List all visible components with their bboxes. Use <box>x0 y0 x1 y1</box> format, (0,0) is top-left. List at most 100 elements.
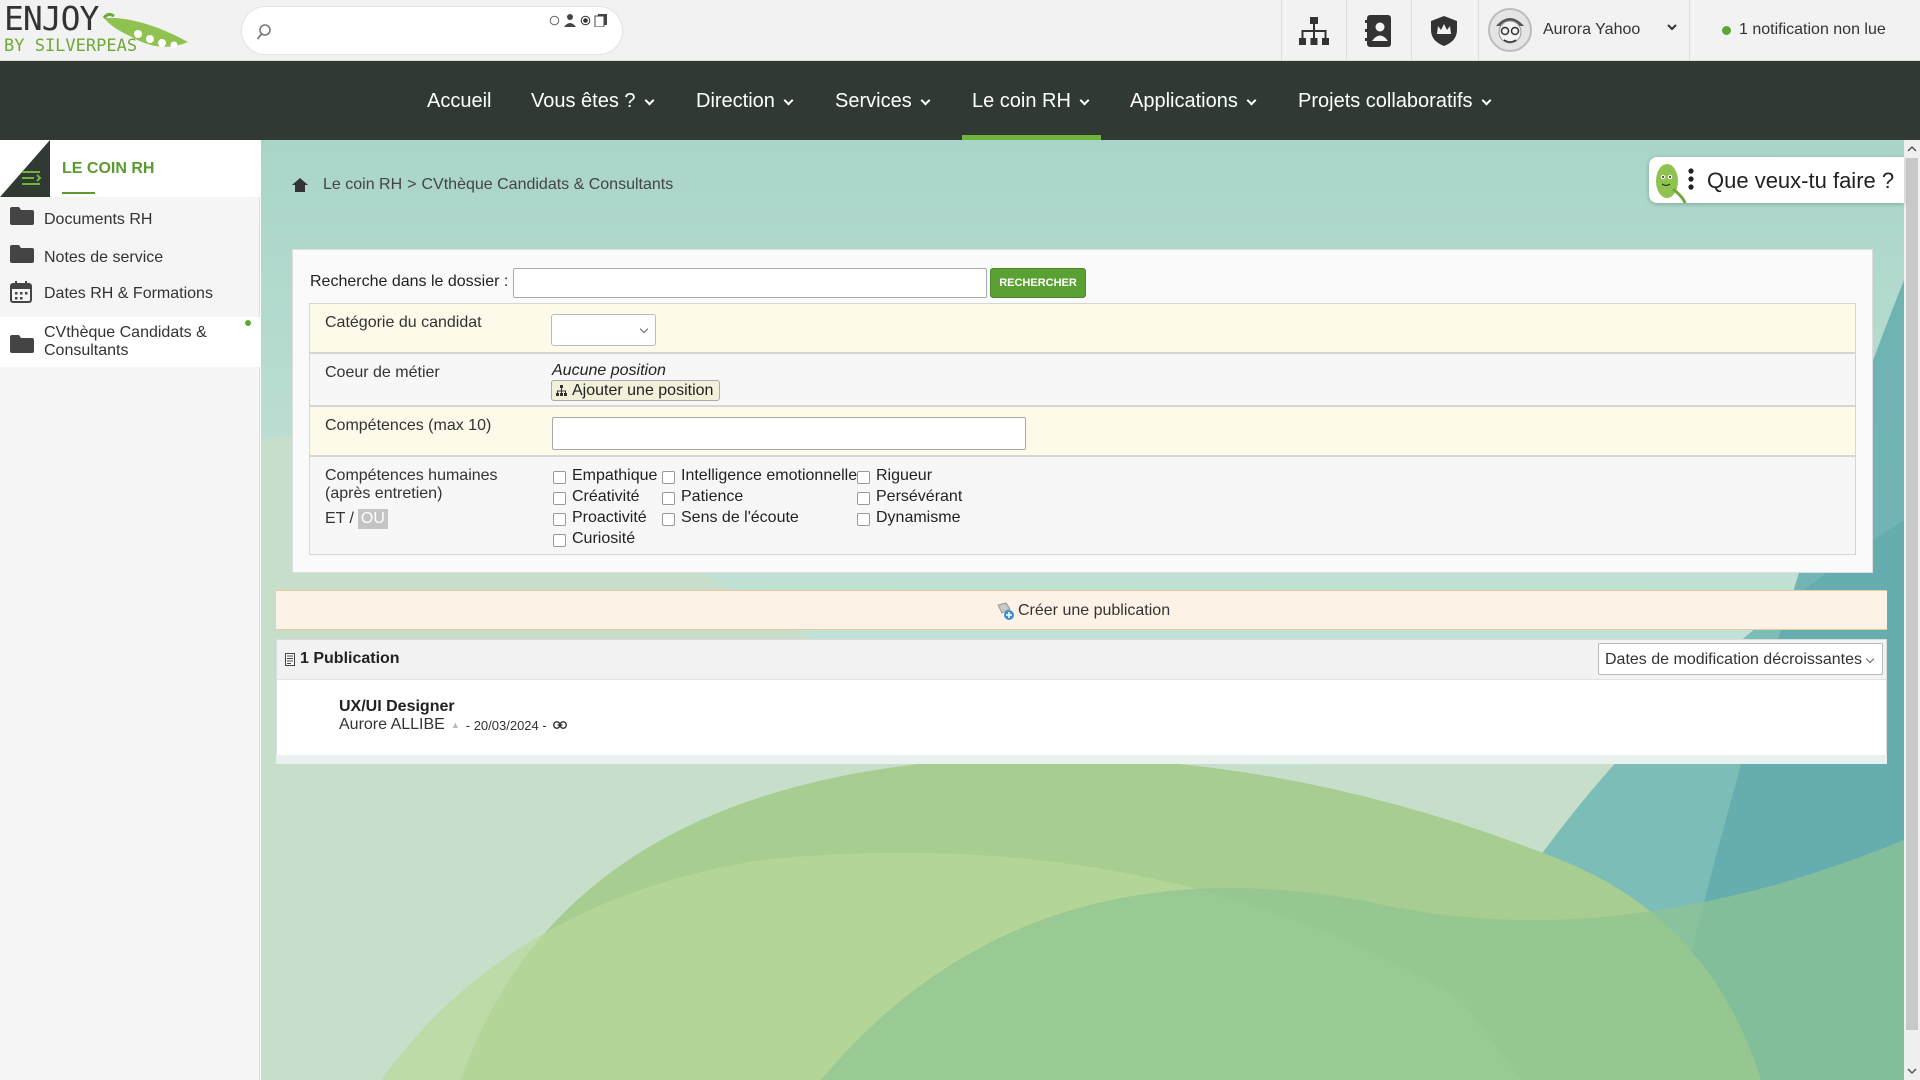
sidebar-item-documents-rh[interactable]: Documents RH <box>0 203 260 235</box>
checkbox-label: Intelligence emotionnelle <box>681 467 858 484</box>
folder-icon <box>10 245 34 263</box>
checkbox-patience[interactable]: Patience <box>662 488 743 506</box>
user-menu[interactable]: Aurora Yahoo <box>1478 0 1690 61</box>
unread-dot-icon <box>1722 25 1731 35</box>
folder-search-label: Recherche dans le dossier : <box>310 273 509 290</box>
sidebar-toggle[interactable] <box>0 140 50 197</box>
checkbox-box[interactable] <box>553 491 566 505</box>
sidebar-title: LE COIN RH <box>62 160 155 177</box>
avatar <box>1488 8 1532 52</box>
checkbox-box[interactable] <box>662 512 675 526</box>
checkbox-perseverant[interactable]: Persévérant <box>857 488 962 506</box>
chevron-down-icon <box>1246 95 1257 106</box>
add-position-label: Ajouter une position <box>572 381 714 399</box>
checkbox-box[interactable] <box>553 512 566 526</box>
search-scope-toggles[interactable] <box>549 13 608 27</box>
sidebar-header: LE COIN RH <box>0 140 260 197</box>
org-chart-icon <box>1298 16 1329 45</box>
user-status-icon: ▲ <box>450 720 460 730</box>
create-publication-button[interactable]: Créer une publication <box>996 601 1170 621</box>
chevron-down-icon <box>920 95 931 106</box>
checkbox-label: Empathique <box>572 467 658 484</box>
breadcrumb-root[interactable]: Le coin RH <box>323 176 402 194</box>
user-avatar-icon <box>1490 10 1530 50</box>
sidebar: LE COIN RH Documents RH Notes de service… <box>0 140 260 1080</box>
directory-icon <box>1364 14 1391 47</box>
folder-search-input[interactable] <box>513 268 987 298</box>
search-button[interactable]: RECHERCHER <box>990 268 1086 298</box>
pea-pod-icon <box>102 12 188 49</box>
add-position-button[interactable]: Ajouter une position <box>551 380 721 401</box>
permalink-icon[interactable] <box>552 721 567 729</box>
directory-button[interactable] <box>1346 0 1410 61</box>
top-bar: ENJOY BY SILVERPEAS Aurora Yahoo 1 notif… <box>0 0 1920 61</box>
scrollbar-thumb[interactable] <box>1906 158 1918 1030</box>
org-chart-button[interactable] <box>1281 0 1345 61</box>
sidebar-item-cvtheque[interactable]: CVthèque Candidats & Consultants <box>0 317 260 367</box>
filter-label: Catégorie du candidat <box>325 314 482 331</box>
or-option[interactable]: OU <box>357 509 388 529</box>
page-scrollbar[interactable] <box>1904 140 1920 1080</box>
home-icon[interactable] <box>291 177 309 193</box>
checkbox-box[interactable] <box>662 491 675 505</box>
checkbox-box[interactable] <box>857 470 870 484</box>
checkbox-box[interactable] <box>553 533 566 547</box>
checkbox-box[interactable] <box>857 512 870 526</box>
main-navigation: Accueil Vous êtes ? Direction Services L… <box>0 61 1920 140</box>
sidebar-item-dates-rh[interactable]: Dates RH & Formations <box>0 279 260 311</box>
nav-item-vous-etes[interactable]: Vous êtes ? <box>531 61 654 140</box>
nav-item-services[interactable]: Services <box>835 61 931 140</box>
checkbox-proactivite[interactable]: Proactivité <box>553 509 647 527</box>
checkbox-curiosite[interactable]: Curiosité <box>553 530 635 548</box>
global-search[interactable] <box>241 6 623 55</box>
help-button[interactable]: Que veux-tu faire ? <box>1649 157 1904 203</box>
admin-button[interactable] <box>1411 0 1475 61</box>
and-option[interactable]: ET <box>325 510 345 528</box>
chevron-down-icon <box>783 95 794 106</box>
publication-title-link[interactable]: UX/UI Designer <box>339 698 455 716</box>
categorie-select[interactable] <box>551 314 656 346</box>
filter-row-coeur-de-metier: Coeur de métier <box>309 353 1856 406</box>
radio-off-icon[interactable] <box>549 15 560 26</box>
nav-item-projets-collaboratifs[interactable]: Projets collaboratifs <box>1298 61 1491 140</box>
logo[interactable]: ENJOY BY SILVERPEAS <box>4 2 194 58</box>
checkbox-rigueur[interactable]: Rigueur <box>857 467 932 485</box>
title-underline <box>62 192 95 194</box>
nav-label: Le coin RH <box>972 90 1071 112</box>
chevron-down-icon <box>1865 654 1875 664</box>
sort-value: Dates de modification décroissantes <box>1605 651 1863 668</box>
checkbox-label: Proactivité <box>572 509 647 526</box>
checkbox-box[interactable] <box>662 470 675 484</box>
sidebar-item-label: CVthèque Candidats & Consultants <box>44 324 207 359</box>
checkbox-dynamisme[interactable]: Dynamisme <box>857 509 960 527</box>
checkbox-box[interactable] <box>857 491 870 505</box>
nav-label: Accueil <box>427 90 492 112</box>
checkbox-sens-de-l-ecoute[interactable]: Sens de l'écoute <box>662 509 799 527</box>
folder-icon <box>10 207 34 225</box>
checkbox-creativite[interactable]: Créativité <box>553 488 640 506</box>
chevron-down-icon <box>639 324 649 334</box>
nav-item-applications[interactable]: Applications <box>1130 61 1257 140</box>
and-or-toggle[interactable]: ET / OU <box>325 509 388 529</box>
publication-author[interactable]: Aurore ALLIBE <box>339 716 445 734</box>
publications-count-label: 1 Publication <box>300 650 400 667</box>
filter-label: Compétences (max 10) <box>325 417 492 434</box>
checkbox-box[interactable] <box>553 470 566 484</box>
document-icon <box>285 652 295 666</box>
checkbox-intelligence-emotionnelle[interactable]: Intelligence emotionnelle <box>662 467 857 485</box>
scroll-up-icon[interactable] <box>1904 142 1920 156</box>
user-scope-icon[interactable] <box>563 13 577 27</box>
nav-item-direction[interactable]: Direction <box>696 61 794 140</box>
sidebar-item-notes-de-service[interactable]: Notes de service <box>0 241 260 273</box>
sort-select[interactable]: Dates de modification décroissantes <box>1598 643 1883 675</box>
nav-item-le-coin-rh[interactable]: Le coin RH <box>972 61 1090 140</box>
nav-label: Direction <box>696 90 775 112</box>
radio-on-icon[interactable] <box>580 15 591 26</box>
notification-link[interactable]: 1 notification non lue <box>1722 21 1886 39</box>
documents-scope-icon[interactable] <box>594 13 608 27</box>
competences-input[interactable] <box>552 417 1026 450</box>
create-publication-bar: Créer une publication <box>276 590 1887 630</box>
checkbox-empathique[interactable]: Empathique <box>553 467 657 485</box>
scroll-down-icon[interactable] <box>1904 1064 1920 1078</box>
nav-item-accueil[interactable]: Accueil <box>427 61 491 140</box>
